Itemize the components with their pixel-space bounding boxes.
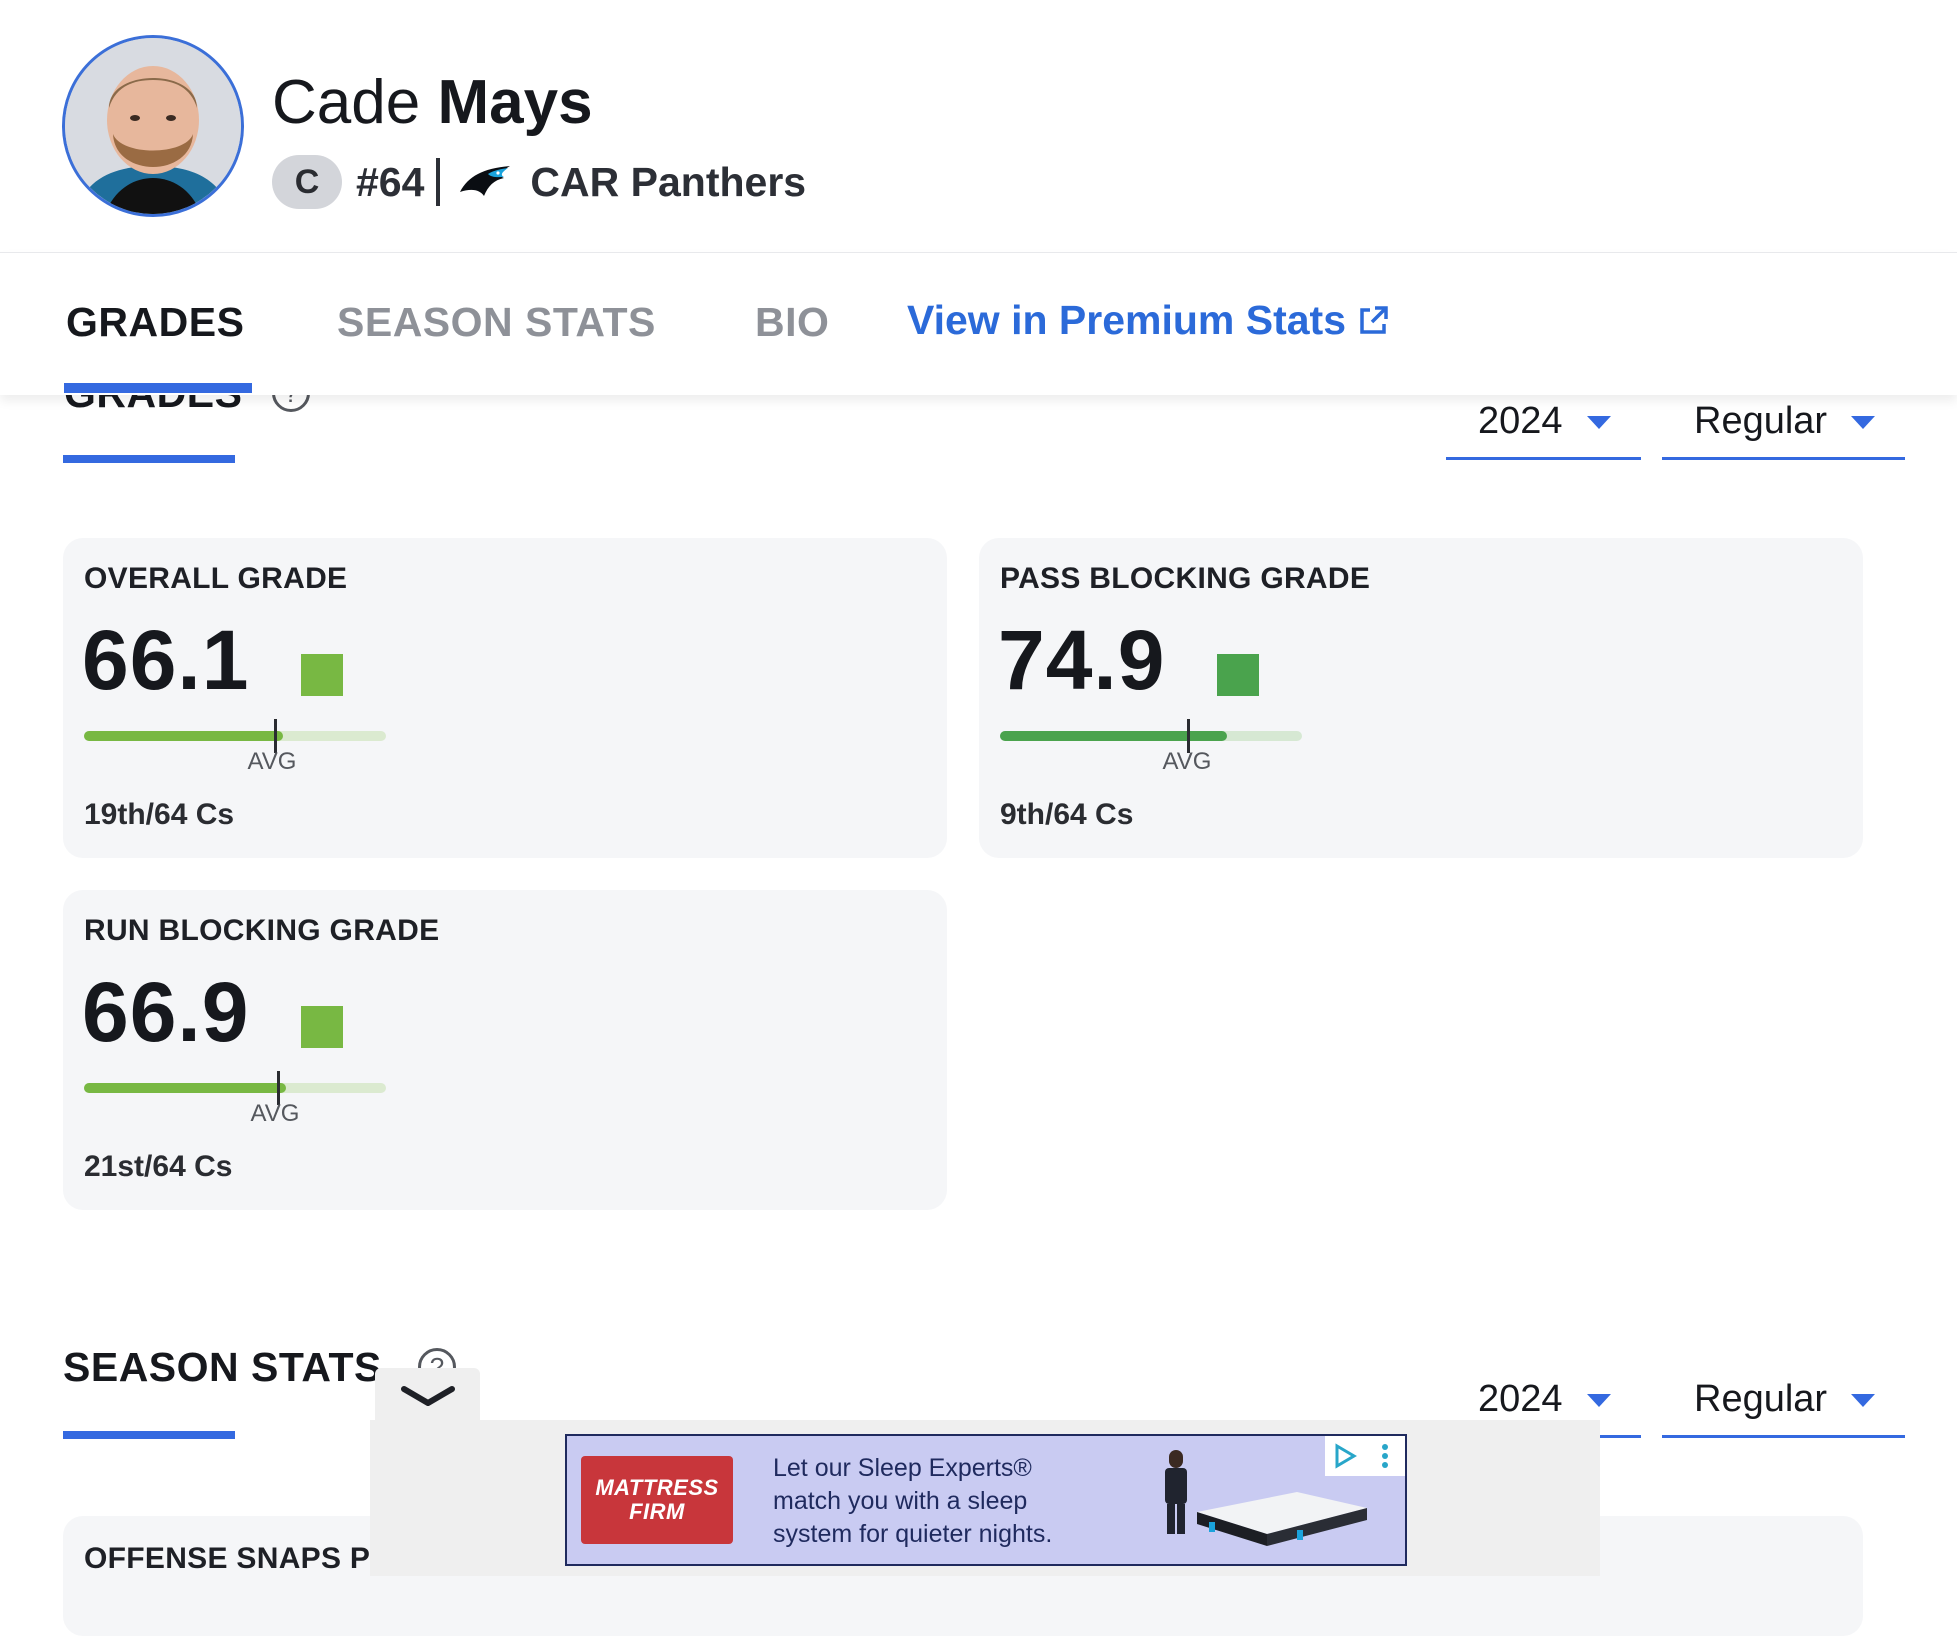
grade-card-value: 66.9	[82, 965, 250, 1059]
player-name: Cade Mays	[272, 66, 593, 140]
grade-avg-label: AVG	[247, 748, 297, 775]
meta-divider	[436, 158, 441, 206]
ad-creative[interactable]: MATTRESS FIRM Let our Sleep Experts® mat…	[565, 1434, 1407, 1566]
chevron-down-icon	[1851, 416, 1875, 429]
player-avatar	[62, 35, 244, 217]
grade-card-label: OVERALL GRADE	[84, 562, 348, 595]
ad-copy: Let our Sleep Experts® match you with a …	[773, 1454, 1053, 1548]
grade-rank: 19th/64 Cs	[84, 798, 235, 831]
grade-bar-fill	[84, 731, 284, 741]
season-stats-season-type-value: Regular	[1694, 1378, 1828, 1420]
grade-rank: 21st/64 Cs	[84, 1150, 233, 1183]
grade-color-indicator	[301, 654, 343, 696]
chevron-down-icon	[1587, 416, 1611, 429]
tab-grades[interactable]: GRADES	[66, 299, 244, 346]
ad-brand-logo: MATTRESS FIRM	[581, 1456, 733, 1544]
grades-season-type-value: Regular	[1694, 400, 1828, 442]
offense-snaps-label: OFFENSE SNAPS P	[84, 1542, 371, 1575]
grade-card-value: 66.1	[82, 613, 250, 707]
grades-section-underline	[63, 455, 235, 463]
grade-card-overall: OVERALL GRADE 66.1 AVG 19th/64 Cs	[63, 538, 947, 858]
grade-bar-fill	[1000, 731, 1227, 741]
ad-more-options-icon[interactable]	[1365, 1436, 1405, 1476]
grade-avg-label: AVG	[250, 1100, 300, 1127]
jersey-number: #64	[356, 158, 425, 205]
grade-color-indicator	[301, 1006, 343, 1048]
grades-year-value: 2024	[1478, 400, 1563, 442]
chevron-down-icon	[1587, 1394, 1611, 1407]
ad-choices-icon[interactable]	[1325, 1436, 1365, 1476]
external-link-icon	[1360, 305, 1388, 334]
season-stats-section-underline	[63, 1431, 235, 1439]
tab-bar: GRADES SEASON STATS BIO View in Premium …	[0, 252, 1957, 395]
premium-stats-link[interactable]: View in Premium Stats	[907, 297, 1390, 344]
chevron-down-icon	[1851, 1394, 1875, 1407]
player-last-name: Mays	[437, 68, 593, 137]
team-name[interactable]: CAR Panthers	[530, 159, 806, 206]
player-first-name: Cade	[272, 68, 421, 137]
season-stats-year-value: 2024	[1478, 1378, 1563, 1420]
tab-season-stats[interactable]: SEASON STATS	[337, 299, 656, 346]
grade-bar-track	[1000, 719, 1302, 753]
grade-avg-label: AVG	[1162, 748, 1212, 775]
position-badge: C	[272, 155, 342, 209]
grade-bar-track	[84, 1071, 386, 1105]
grade-card-value: 74.9	[998, 613, 1166, 707]
grades-year-select[interactable]: 2024	[1446, 386, 1641, 460]
active-tab-indicator	[64, 383, 252, 393]
chevron-down-icon	[400, 1386, 455, 1406]
ad-collapse-button[interactable]	[375, 1368, 480, 1424]
grade-bar-fill	[84, 1083, 287, 1093]
grade-card-run-blocking: RUN BLOCKING GRADE 66.9 AVG 21st/64 Cs	[63, 890, 947, 1210]
grade-rank: 9th/64 Cs	[1000, 798, 1134, 831]
player-meta: C #64 CAR Panthers	[272, 154, 806, 210]
tab-bio[interactable]: BIO	[755, 299, 829, 346]
season-stats-section-title: SEASON STATS	[63, 1344, 382, 1390]
premium-stats-label: View in Premium Stats	[907, 297, 1347, 343]
season-stats-season-type-select[interactable]: Regular	[1662, 1364, 1905, 1438]
grades-season-type-select[interactable]: Regular	[1662, 386, 1905, 460]
player-headshot	[65, 38, 241, 214]
panthers-logo-icon	[460, 166, 511, 196]
grade-card-pass-blocking: PASS BLOCKING GRADE 74.9 AVG 9th/64 Cs	[979, 538, 1863, 858]
ad-controls	[1325, 1436, 1405, 1476]
grade-card-label: RUN BLOCKING GRADE	[84, 914, 440, 947]
grade-card-label: PASS BLOCKING GRADE	[1000, 562, 1371, 595]
grade-color-indicator	[1217, 654, 1259, 696]
grade-bar-track	[84, 719, 386, 753]
